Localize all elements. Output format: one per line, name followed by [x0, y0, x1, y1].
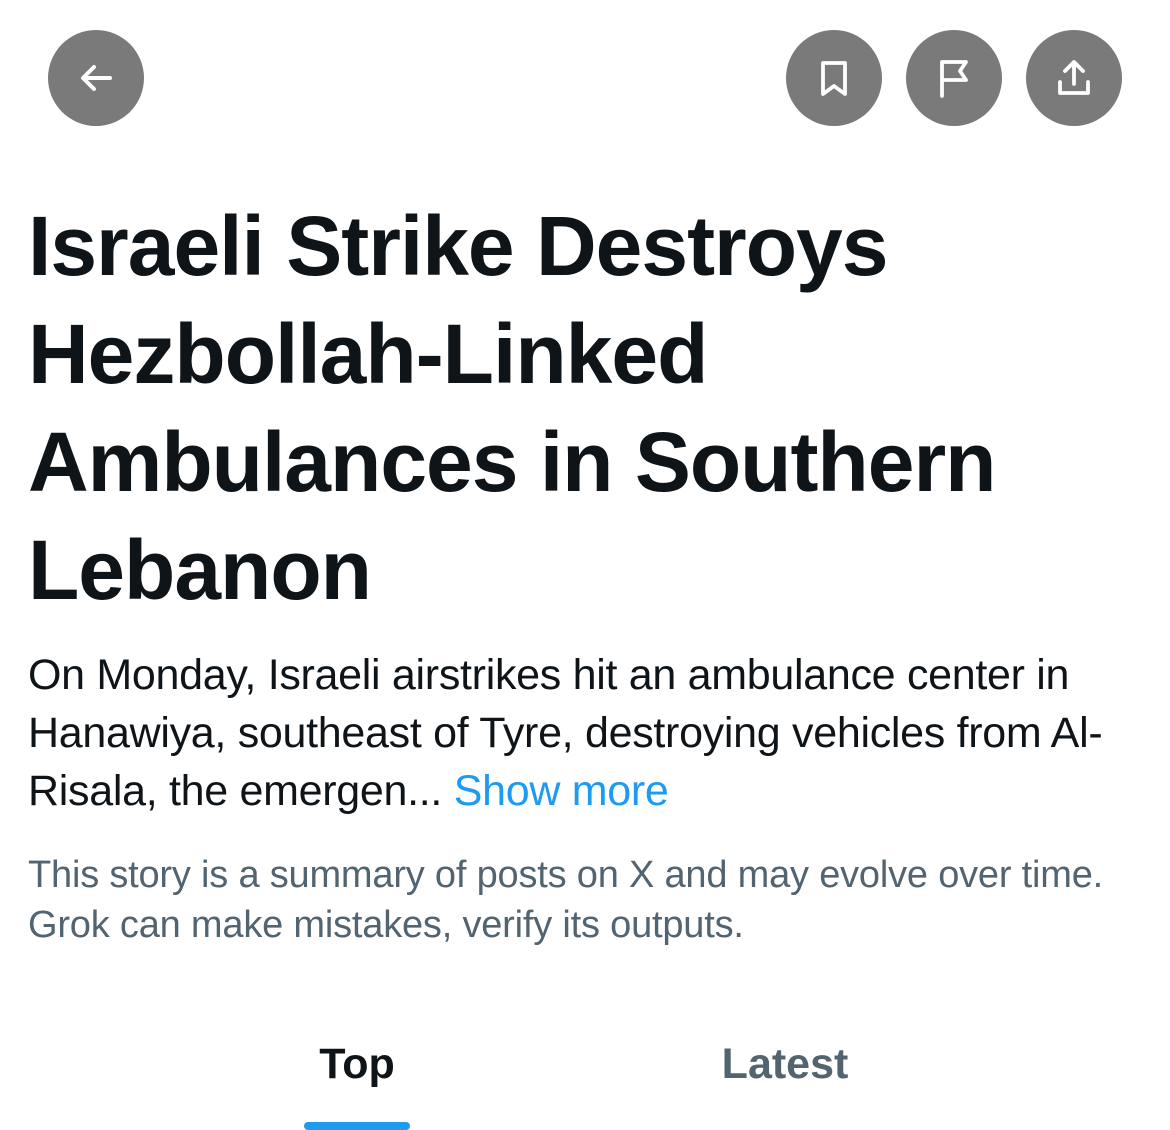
share-button[interactable]	[1026, 30, 1122, 126]
grok-disclaimer: This story is a summary of posts on X an…	[28, 854, 1104, 946]
show-more-link[interactable]: Show more	[454, 767, 669, 815]
tab-top[interactable]: Top	[300, 1020, 414, 1130]
tab-latest-label: Latest	[721, 1040, 849, 1088]
arrow-left-icon	[81, 65, 112, 91]
tab-top-label: Top	[319, 1040, 395, 1088]
back-button[interactable]	[48, 30, 144, 126]
flag-icon	[940, 60, 968, 98]
tab-latest[interactable]: Latest	[700, 1020, 870, 1130]
story-title: Israeli Strike Destroys Hezbollah-Linked…	[28, 199, 996, 617]
bookmark-button[interactable]	[786, 30, 882, 126]
story-summary: On Monday, Israeli airstrikes hit an amb…	[28, 646, 1153, 820]
bookmark-icon	[821, 61, 847, 96]
tab-bar: Top Latest	[0, 1020, 1170, 1130]
active-tab-indicator	[304, 1122, 410, 1130]
share-icon	[1058, 60, 1090, 95]
report-button[interactable]	[906, 30, 1002, 126]
